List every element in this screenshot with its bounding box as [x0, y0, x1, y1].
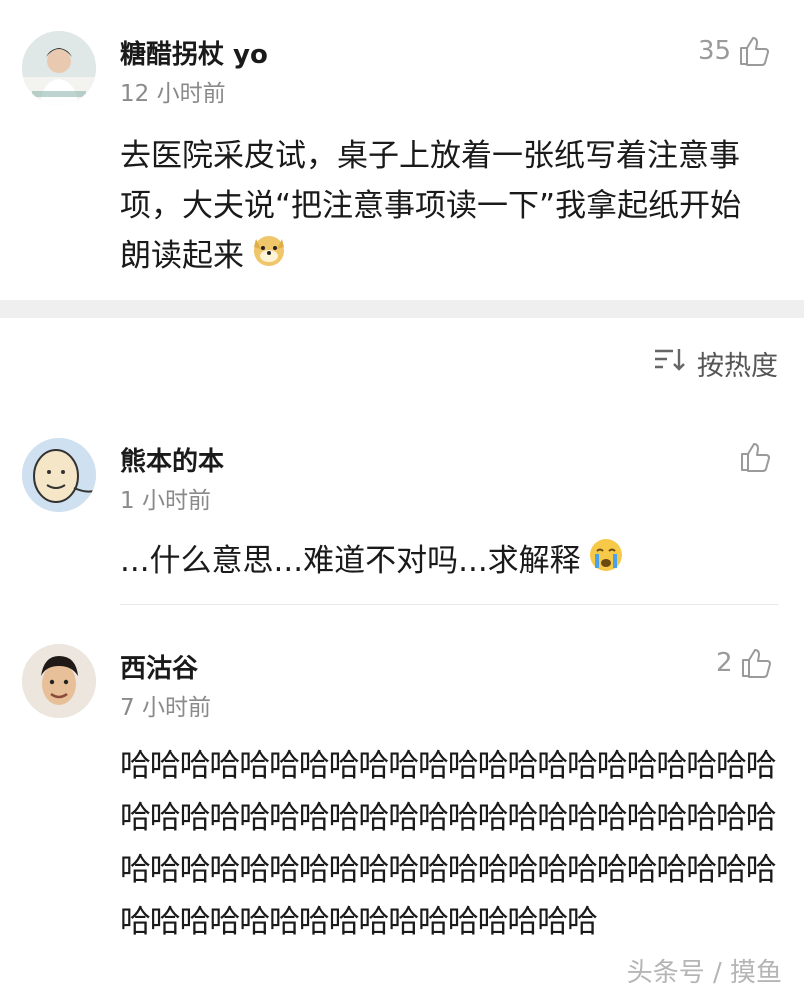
- crying-emoji: [587, 536, 625, 589]
- avatar[interactable]: [22, 644, 96, 718]
- avatar[interactable]: [22, 438, 96, 512]
- avatar[interactable]: [22, 31, 96, 105]
- comment-username[interactable]: 熊本的本: [120, 441, 224, 478]
- like-button[interactable]: [738, 440, 772, 474]
- comment-username[interactable]: 糖醋拐杖 yo: [120, 34, 268, 71]
- comment-text: 哈哈哈哈哈哈哈哈哈哈哈哈哈哈哈哈哈哈哈哈哈哈哈哈哈哈哈哈哈哈哈哈哈哈哈哈哈哈哈哈…: [120, 748, 777, 940]
- sort-label: 按热度: [697, 351, 778, 382]
- like-button[interactable]: 2: [716, 646, 773, 680]
- comment-text: ...什么意思...难道不对吗...求解释: [120, 536, 780, 589]
- thumbs-up-icon: [738, 440, 772, 474]
- doge-emoji: [250, 231, 288, 284]
- thumbs-up-icon: [739, 646, 773, 680]
- like-count: 35: [698, 36, 732, 66]
- comment-divider: [120, 604, 778, 605]
- sort-toggle[interactable]: 按热度: [653, 344, 778, 383]
- comment-time: 7 小时前: [120, 695, 211, 721]
- comment-username[interactable]: 西沽谷: [120, 648, 198, 685]
- sort-icon: [653, 347, 687, 380]
- comment-text: 去医院采皮试，桌子上放着一张纸写着注意事项，大夫说“把注意事项读一下”我拿起纸开…: [120, 131, 770, 284]
- watermark: 头条号 / 摸鱼: [626, 958, 782, 988]
- like-count: 2: [716, 648, 733, 678]
- thumbs-up-icon: [737, 34, 771, 68]
- comment-time: 12 小时前: [120, 81, 226, 107]
- comment-time: 1 小时前: [120, 488, 211, 514]
- section-separator: [0, 300, 804, 318]
- like-button[interactable]: 35: [698, 34, 771, 68]
